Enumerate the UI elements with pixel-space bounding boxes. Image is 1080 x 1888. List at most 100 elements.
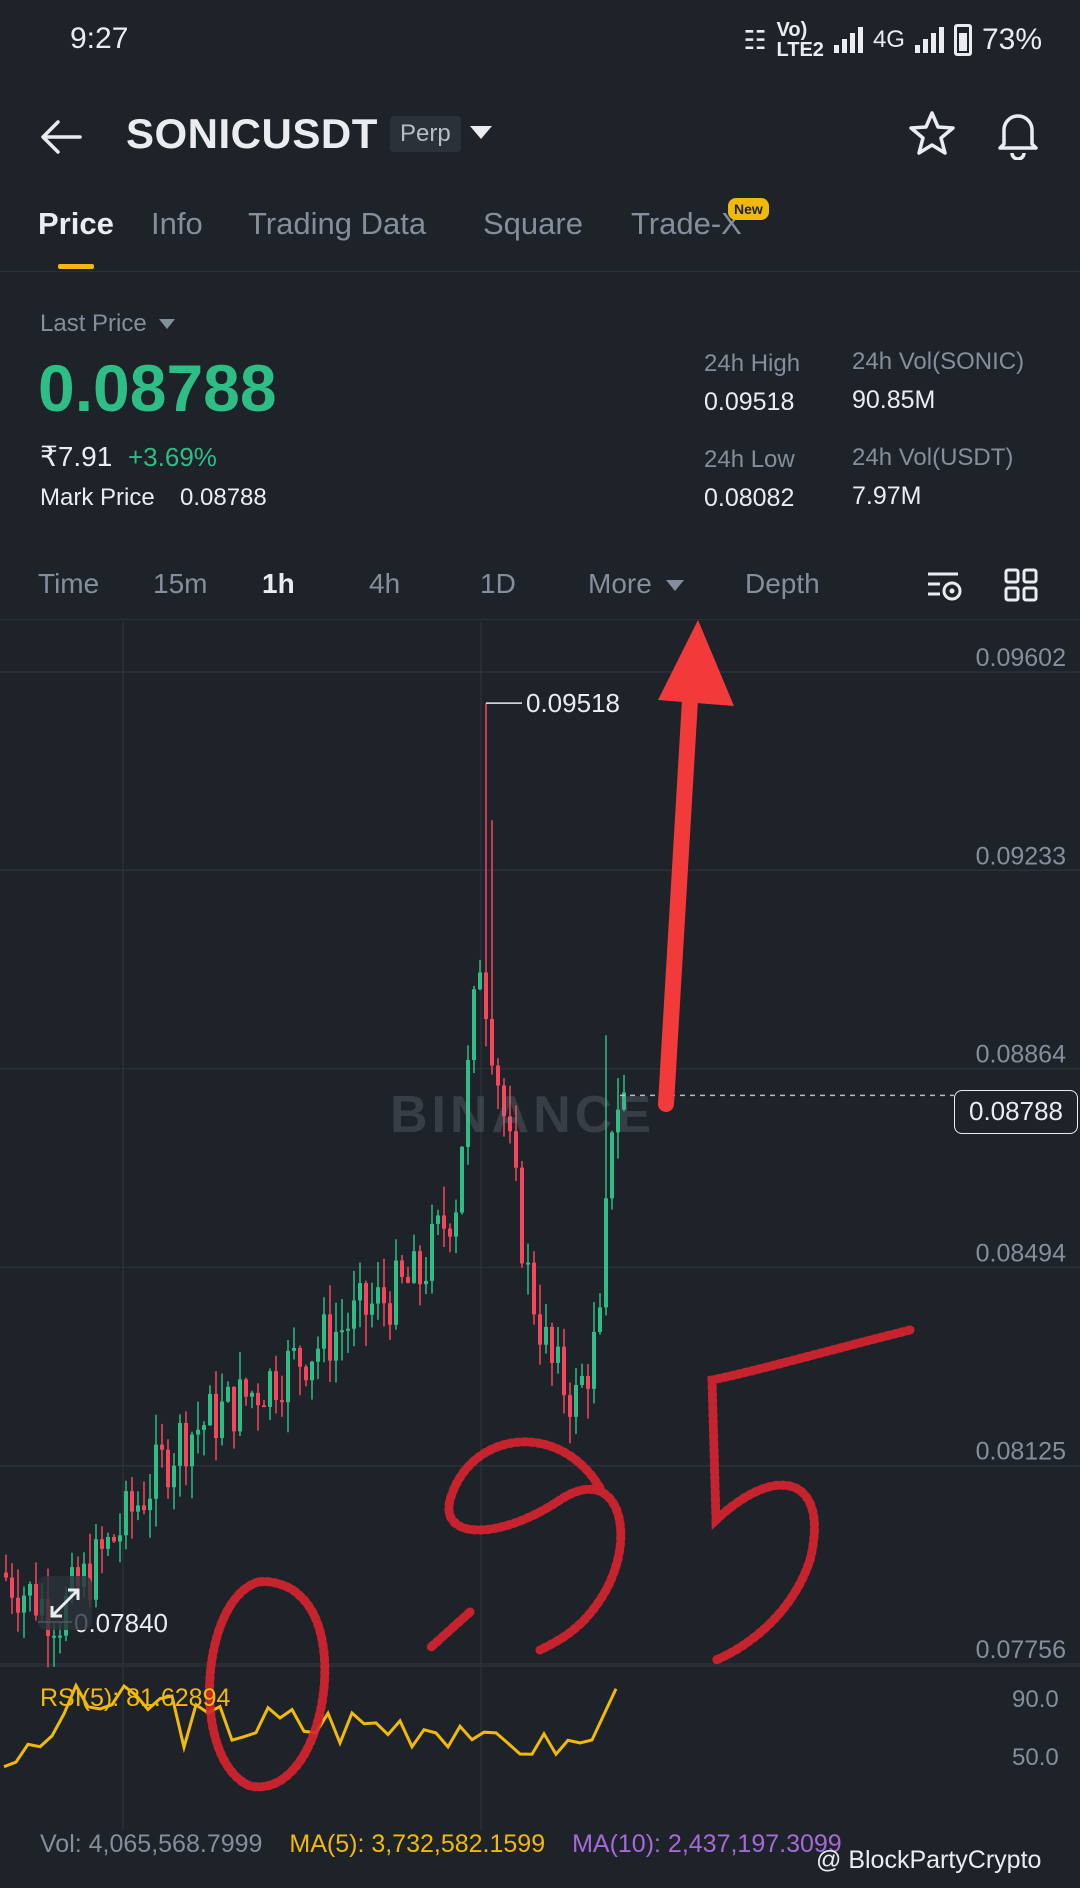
- candle-body: [292, 1347, 296, 1351]
- red-arrow-head: [658, 620, 734, 706]
- candle-body: [394, 1260, 398, 1325]
- battery-icon: [953, 24, 972, 56]
- candle-body: [328, 1314, 332, 1361]
- candle-body: [574, 1384, 578, 1417]
- candle-body: [214, 1393, 218, 1438]
- candle-body: [490, 1018, 494, 1066]
- tab-square[interactable]: Square: [483, 206, 583, 242]
- candle-body: [172, 1465, 176, 1488]
- interval-15m[interactable]: 15m: [153, 568, 207, 600]
- candle-body: [586, 1376, 590, 1389]
- candle-body: [334, 1331, 338, 1361]
- status-bar: 9:27 ☷ Vo) LTE2 4G 73%: [0, 0, 1080, 84]
- mark-price-label: Mark Price: [40, 484, 155, 511]
- vol-base-label: 24h Vol(SONIC): [852, 348, 1025, 375]
- candle-body: [400, 1260, 404, 1277]
- high-marker-label: 0.09518: [526, 688, 620, 718]
- expand-chart-button[interactable]: [38, 1576, 92, 1630]
- price-change-percent: +3.69%: [128, 442, 217, 472]
- rsi-scale-50: 50.0: [1012, 1744, 1059, 1771]
- candle-body: [154, 1444, 158, 1499]
- candle-body: [202, 1425, 206, 1430]
- candle-body: [136, 1505, 140, 1512]
- high-24h-label: 24h High: [704, 350, 801, 377]
- candle-body: [232, 1386, 236, 1432]
- tab-info[interactable]: Info: [151, 206, 203, 242]
- battery-level: 73%: [981, 23, 1042, 56]
- candle-body: [538, 1314, 542, 1345]
- new-badge: New: [728, 198, 769, 220]
- candle-body: [370, 1303, 374, 1315]
- interval-depth[interactable]: Depth: [745, 568, 820, 600]
- candle-body: [28, 1583, 32, 1596]
- price-scale-label: 0.08125: [976, 1438, 1066, 1466]
- candle-body: [160, 1444, 164, 1450]
- candle-body: [352, 1300, 356, 1329]
- tab-trade-x[interactable]: Trade-X: [631, 206, 742, 242]
- candle-body: [562, 1346, 566, 1396]
- last-price-label: Last Price: [40, 310, 147, 337]
- candle-body: [268, 1371, 272, 1407]
- vol-base-value: 90.85M: [852, 386, 936, 414]
- tab-trading-data[interactable]: Trading Data: [248, 206, 426, 242]
- candle-body: [58, 1635, 62, 1638]
- low-24h-value: 0.08082: [704, 484, 795, 512]
- back-arrow-icon[interactable]: [38, 114, 84, 160]
- interval-1h[interactable]: 1h: [262, 568, 295, 600]
- indicator-settings-icon[interactable]: [924, 564, 966, 606]
- candle-body: [280, 1400, 284, 1403]
- candle-body: [130, 1491, 134, 1512]
- pair-selector-caret-icon[interactable]: [470, 126, 492, 139]
- caret-down-icon: [158, 319, 175, 329]
- candle-body: [238, 1379, 242, 1432]
- perp-badge: Perp: [390, 116, 461, 152]
- last-price-selector[interactable]: Last Price: [40, 310, 175, 338]
- candle-body: [340, 1330, 344, 1333]
- candle-body: [592, 1331, 596, 1389]
- candle-body: [520, 1167, 524, 1264]
- price-scale-label: 0.08494: [976, 1239, 1066, 1267]
- handwritten-nine: [444, 1437, 626, 1655]
- candle-body: [424, 1280, 428, 1285]
- candle-body: [454, 1212, 458, 1237]
- candle-body: [358, 1283, 362, 1301]
- top-header: SONICUSDT Perp: [0, 96, 1080, 176]
- candle-body: [532, 1262, 536, 1315]
- candle-body: [412, 1251, 416, 1283]
- tab-price[interactable]: Price: [38, 206, 114, 242]
- favorite-star-icon[interactable]: [906, 108, 958, 160]
- grid-layout-icon[interactable]: [1000, 564, 1042, 606]
- active-tab-indicator: [58, 264, 94, 269]
- price-chart[interactable]: 0.09602 0.09233 0.08864 0.08494 0.08125 0.077…: [0, 0, 1080, 1888]
- volume-indicator-row: Vol: 4,065,568.7999 MA(5): 3,732,582.159…: [40, 1830, 862, 1859]
- expand-icon: [50, 1588, 80, 1618]
- interval-bar: Time 15m 1h 4h 1D More Depth: [0, 556, 1080, 620]
- bell-icon[interactable]: [992, 106, 1044, 160]
- handwritten-five: [707, 1325, 915, 1665]
- network-type: 4G: [872, 26, 905, 53]
- candle-body: [178, 1422, 182, 1466]
- candle-body: [604, 1198, 608, 1308]
- candle-body: [184, 1422, 188, 1467]
- signal-icon: [833, 27, 863, 53]
- ma5-value: MA(5): 3,732,582.1599: [289, 1830, 546, 1858]
- last-price-value: 0.08788: [38, 351, 277, 425]
- candle-body: [376, 1287, 380, 1304]
- candle-body: [196, 1429, 200, 1435]
- candle-body: [220, 1401, 224, 1438]
- candle-body: [406, 1276, 410, 1283]
- candle-body: [442, 1215, 446, 1229]
- interval-more[interactable]: More: [588, 568, 652, 600]
- vibrate-icon: ☷: [743, 24, 767, 55]
- pair-title[interactable]: SONICUSDT: [126, 110, 378, 158]
- candle-body: [298, 1347, 302, 1367]
- interval-1d[interactable]: 1D: [480, 568, 516, 600]
- price-scale-label: 0.08864: [976, 1041, 1066, 1069]
- mark-price-value: 0.08788: [180, 484, 267, 511]
- candle-body: [544, 1326, 548, 1345]
- interval-time[interactable]: Time: [38, 568, 99, 600]
- candle-body: [256, 1392, 260, 1406]
- more-caret-icon: [666, 580, 684, 591]
- interval-4h[interactable]: 4h: [369, 568, 400, 600]
- high-24h-value: 0.09518: [704, 388, 795, 416]
